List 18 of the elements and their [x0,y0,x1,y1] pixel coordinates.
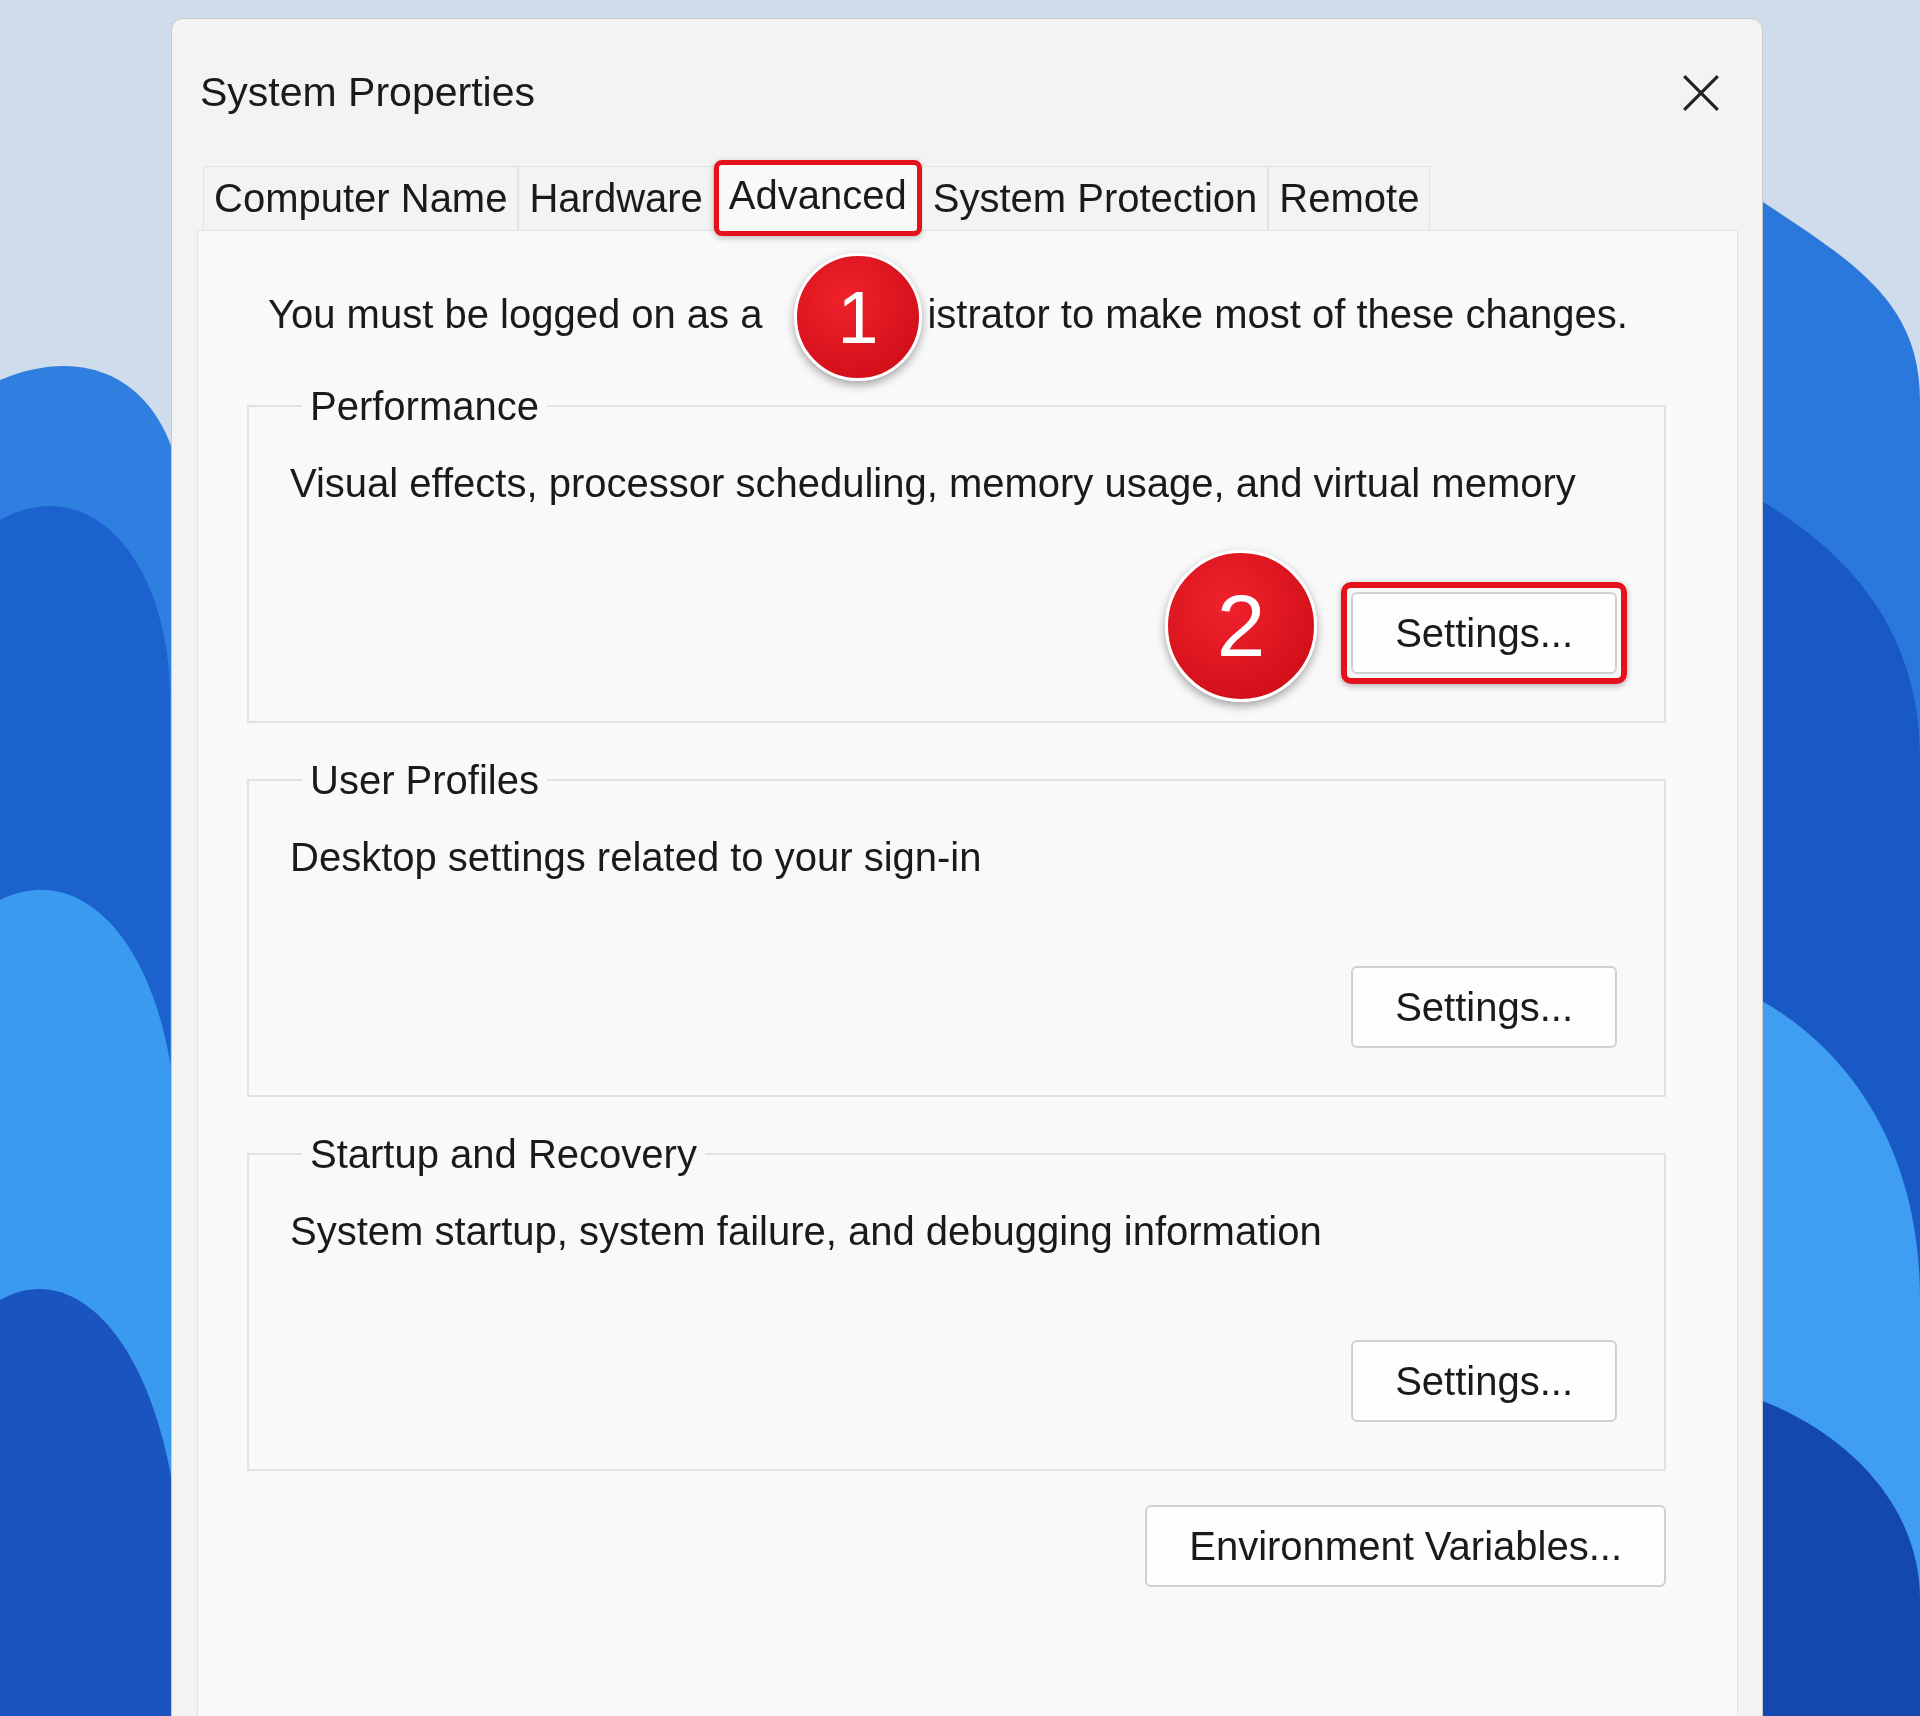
tab[interactable]: Hardware [518,166,714,230]
settings-button[interactable]: Settings... [1351,1340,1617,1422]
window-title: System Properties [200,69,535,116]
settings-button[interactable]: Settings... [1351,592,1617,674]
group-description: Desktop settings related to your sign-in [290,834,983,880]
group-description: System startup, system failure, and debugging information [290,1208,1323,1254]
tab[interactable]: Advanced [713,160,922,236]
group-title: Performance [309,383,540,429]
group-title: User Profiles [309,757,540,803]
group-description: Visual effects, processor scheduling, memory usage, and virtual memory [290,460,1577,506]
tab[interactable]: Remote [1268,166,1431,230]
group-title: Startup and Recovery [309,1131,698,1177]
notice-text: istrator to make most of these changes. [927,291,1628,337]
notice-text: You must be logged on as a [268,291,763,337]
settings-button[interactable]: Settings... [1351,966,1617,1048]
tab[interactable]: Computer Name [203,166,519,230]
environment-variables-button[interactable]: Environment Variables... [1145,1505,1666,1587]
tab[interactable]: System Protection [921,166,1269,230]
